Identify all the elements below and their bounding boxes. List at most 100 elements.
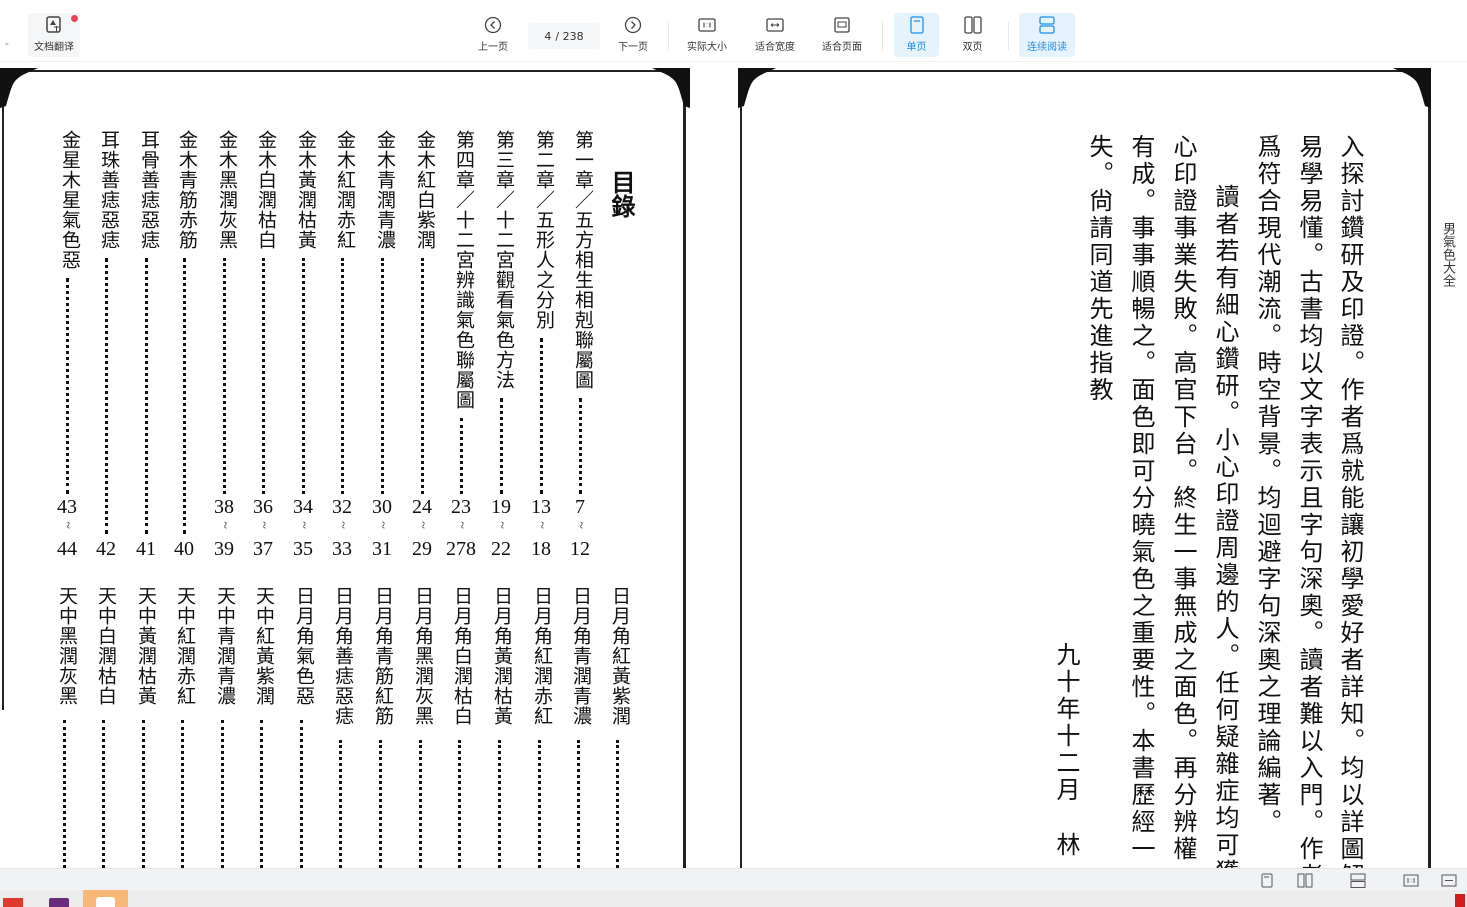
toc-dot-leader bbox=[577, 740, 580, 868]
actual-size-view-icon[interactable] bbox=[1402, 872, 1420, 888]
toc-dot-leader bbox=[102, 720, 105, 868]
toc-entry-title[interactable]: 耳骨善痣惡痣 bbox=[136, 130, 163, 250]
toc-page-to: 44 bbox=[57, 538, 77, 560]
fit-width-button[interactable]: 适合宽度 bbox=[750, 13, 800, 57]
toc-entry-title[interactable]: 天中青潤青濃 bbox=[212, 586, 239, 706]
toc-entry-title[interactable]: 金木青潤青濃 bbox=[372, 130, 399, 250]
translate-label: 文档翻译 bbox=[34, 42, 74, 53]
double-page-view-icon[interactable] bbox=[1296, 872, 1314, 888]
toc-dot-leader bbox=[183, 258, 186, 534]
toc-dot-leader bbox=[460, 418, 463, 494]
toc-entry-title[interactable]: 金星木星氣色惡 bbox=[57, 130, 84, 270]
double-page-button[interactable]: 双页 bbox=[950, 13, 995, 57]
next-page-label: 下一页 bbox=[618, 42, 648, 53]
toc-entry-title[interactable]: 日月角黃潤枯黃 bbox=[489, 586, 516, 726]
next-page-button[interactable]: 下一页 bbox=[610, 13, 656, 57]
preface-text-column: 心印證事業失敗。高官下台。終生一事無成之面色。再分辨權 bbox=[1169, 134, 1197, 863]
active-app-tab[interactable] bbox=[83, 890, 128, 907]
continuous-reading-label: 连续阅读 bbox=[1027, 42, 1067, 53]
single-page-label: 单页 bbox=[906, 42, 927, 53]
toc-entry-title[interactable]: 耳珠善痣惡痣 bbox=[96, 130, 123, 250]
page-border-top bbox=[738, 70, 1430, 72]
toc-page-to: 35 bbox=[293, 538, 313, 560]
fit-page-label: 适合页面 bbox=[822, 42, 862, 53]
toc-dot-leader bbox=[142, 720, 145, 868]
fit-page-icon bbox=[833, 16, 851, 34]
toolbar-divider bbox=[668, 22, 669, 50]
page-border-right bbox=[683, 70, 686, 868]
preface-text-column: 有成。事事順暢之。面色即可分曉氣色之重要性。本書歷經一 bbox=[1127, 134, 1155, 863]
toc-entry-title[interactable]: 日月角紅潤赤紅 bbox=[529, 586, 556, 726]
toc-entry-title[interactable]: 日月角氣色惡 bbox=[291, 586, 318, 706]
collapse-chevron-icon[interactable]: ⌄ bbox=[3, 38, 11, 48]
document-app-icon[interactable] bbox=[49, 898, 69, 907]
toc-entry-title[interactable]: 金木青筋赤筋 bbox=[174, 130, 201, 250]
taskbar bbox=[0, 890, 1467, 907]
preface-text-column: 入探討鑽研及印證。作者爲就能讓初學愛好者詳知。均以詳圖解 bbox=[1336, 134, 1364, 868]
toc-page-to: 29 bbox=[412, 538, 432, 560]
toc-entry-title[interactable]: 金木黃潤枯黃 bbox=[293, 130, 320, 250]
page-border-right bbox=[1428, 70, 1431, 868]
toc-entry-title[interactable]: 日月角白潤枯白 bbox=[449, 586, 476, 726]
toc-dot-leader bbox=[379, 740, 382, 868]
toc-entry-title[interactable]: 金木白潤枯白 bbox=[253, 130, 280, 250]
corner-ornament-icon bbox=[0, 68, 38, 108]
actual-size-button[interactable]: 实际大小 bbox=[682, 13, 732, 57]
current-page[interactable]: 4 bbox=[544, 30, 551, 43]
prev-page-label: 上一页 bbox=[478, 42, 508, 53]
page-border-left bbox=[740, 70, 742, 868]
preface-text-column: 爲符合現代潮流。時空背景。均迴避字句深奧之理論編著。 bbox=[1253, 134, 1281, 836]
fit-width-label: 适合宽度 bbox=[755, 42, 795, 53]
continuous-reading-icon bbox=[1038, 16, 1056, 34]
toc-entry-title[interactable]: 天中黑潤灰黑 bbox=[54, 586, 81, 706]
toc-page-to: 31 bbox=[372, 538, 392, 560]
toc-entry-title[interactable]: 日月角善痣惡痣 bbox=[330, 586, 357, 726]
preface-text-column: 失。尙請同道先進指教 bbox=[1085, 134, 1113, 404]
toc-entry-title[interactable]: 日月角紅黃紫潤 bbox=[607, 586, 634, 726]
actual-size-label: 实际大小 bbox=[687, 42, 727, 53]
toc-entry-title[interactable]: 日月角黑潤灰黑 bbox=[410, 586, 437, 726]
toc-entry-title[interactable]: 天中紅潤赤紅 bbox=[172, 586, 199, 706]
toc-dot-leader bbox=[300, 720, 303, 868]
document-viewer[interactable]: 目錄 第一章／五方相生相剋聯屬圖 7 ~12 第二章／五形人之分別 13 ~18 第三章／十… bbox=[0, 62, 1467, 868]
toc-dot-leader bbox=[498, 740, 501, 868]
toc-page-to: 41 bbox=[136, 538, 156, 560]
toc-dot-leader bbox=[181, 720, 184, 868]
toc-page-to: 40 bbox=[174, 538, 194, 560]
tray-icon[interactable] bbox=[1455, 894, 1465, 907]
fit-width-view-icon[interactable] bbox=[1440, 872, 1458, 888]
chevron-right-circle-icon bbox=[624, 16, 642, 34]
toc-entry-title[interactable]: 天中白潤枯白 bbox=[93, 586, 120, 706]
toc-dot-leader bbox=[145, 258, 148, 534]
toc-entry-title[interactable]: 第三章／十二宮觀看氣色方法 bbox=[491, 130, 518, 390]
toc-entry-title[interactable]: 金木黑潤灰黑 bbox=[214, 130, 241, 250]
toc-page-to: 39 bbox=[214, 538, 234, 560]
corner-ornament-icon bbox=[738, 68, 776, 108]
chevron-left-circle-icon bbox=[484, 16, 502, 34]
toc-dot-leader bbox=[223, 258, 226, 494]
single-page-view-icon[interactable] bbox=[1258, 872, 1276, 888]
toc-entry-title[interactable]: 金木紅潤赤紅 bbox=[332, 130, 359, 250]
toc-dot-leader bbox=[616, 740, 619, 868]
translate-icon bbox=[45, 16, 63, 34]
app-icon bbox=[96, 897, 115, 907]
continuous-view-icon[interactable] bbox=[1349, 872, 1367, 888]
toc-entry-title[interactable]: 天中黃潤枯黃 bbox=[133, 586, 160, 706]
page-border-left bbox=[2, 70, 4, 710]
toc-dot-leader bbox=[339, 740, 342, 868]
toc-entry-title[interactable]: 日月角青潤青濃 bbox=[568, 586, 595, 726]
continuous-reading-button[interactable]: 连续阅读 bbox=[1019, 13, 1075, 57]
page-number-input[interactable]: 4 / 238 bbox=[528, 23, 600, 49]
fit-page-button[interactable]: 适合页面 bbox=[817, 13, 867, 57]
toc-entry-title[interactable]: 日月角青筋紅筋 bbox=[370, 586, 397, 726]
pdf-app-icon[interactable] bbox=[3, 898, 23, 907]
prev-page-button[interactable]: 上一页 bbox=[470, 13, 516, 57]
single-page-button[interactable]: 单页 bbox=[894, 13, 939, 57]
toc-entry-title[interactable]: 第二章／五形人之分別 bbox=[531, 130, 558, 330]
toc-entry-title[interactable]: 天中紅黃紫潤 bbox=[251, 586, 278, 706]
toolbar-divider bbox=[882, 22, 883, 50]
toc-entry-title[interactable]: 金木紅白紫潤 bbox=[412, 130, 439, 250]
toc-entry-title[interactable]: 第四章／十二宮辨識氣色聯屬圖 bbox=[451, 130, 478, 410]
toc-heading: 目錄 bbox=[607, 170, 636, 218]
toc-entry-title[interactable]: 第一章／五方相生相剋聯屬圖 bbox=[570, 130, 597, 390]
